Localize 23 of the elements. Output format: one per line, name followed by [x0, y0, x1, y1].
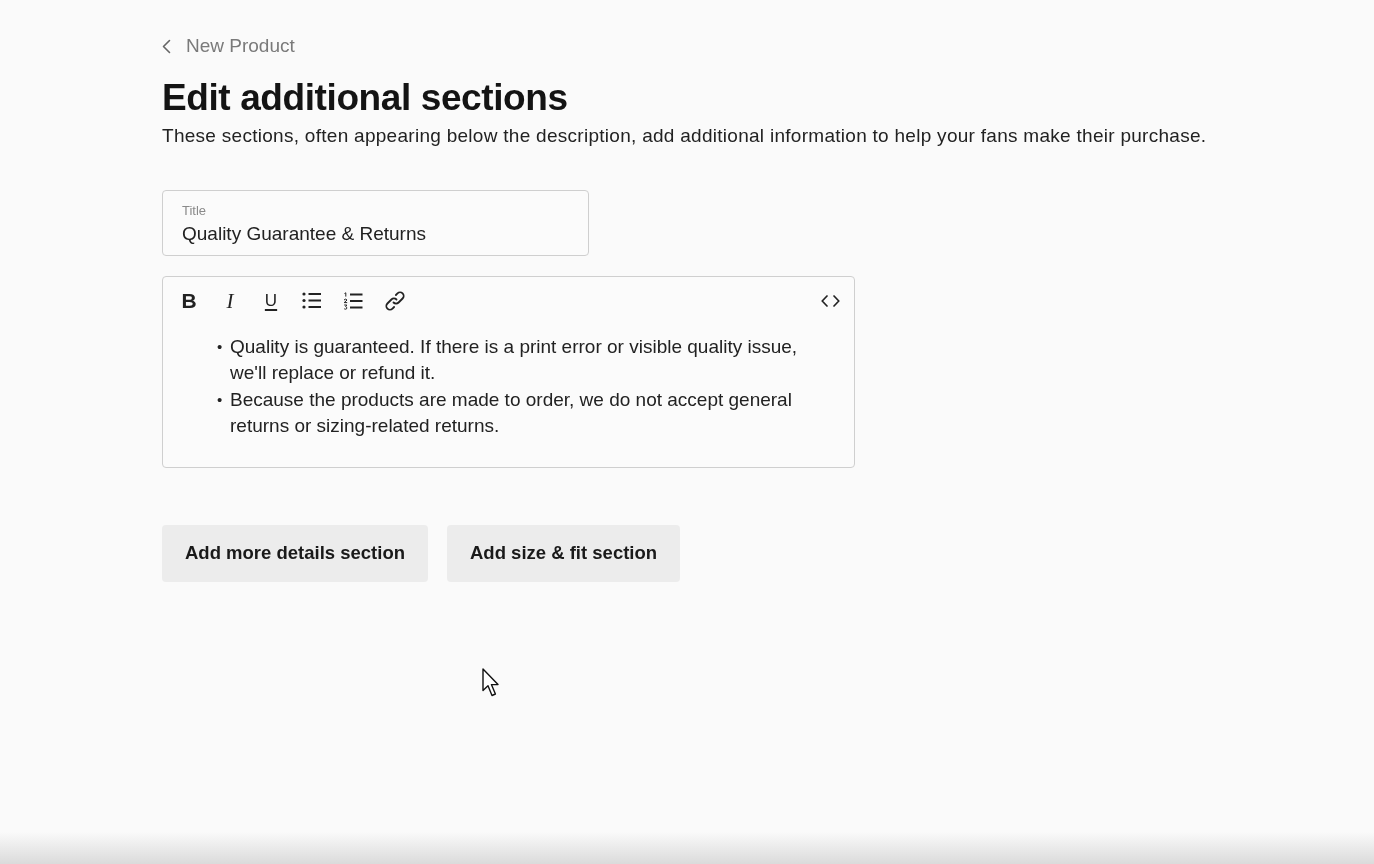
add-section-button[interactable]: Add size & fit section — [447, 524, 681, 582]
mouse-pointer-icon — [482, 668, 500, 697]
chevron-left-icon — [162, 38, 171, 54]
bold-button[interactable]: B — [179, 288, 199, 313]
back-link[interactable]: New Product — [162, 35, 295, 57]
page-heading: Edit additional sections — [162, 76, 569, 119]
code-icon[interactable] — [821, 294, 840, 307]
field-label: Title — [182, 202, 208, 219]
bullet-text: Because the products are made to order, we do not accept general returns or sizing-related returns. — [230, 387, 793, 438]
italic-button[interactable]: I — [220, 288, 240, 313]
link-icon[interactable] — [384, 289, 406, 312]
bullet-text: Quality is guaranteed. If there is a print error or visible quality issue, we'll replace or refund it. — [230, 334, 799, 385]
bullet-marker: • — [217, 389, 224, 410]
underline-button[interactable]: U — [261, 288, 281, 313]
bullet-marker: • — [217, 336, 224, 357]
numbered-list-icon[interactable] — [343, 291, 363, 310]
add-section-button[interactable]: Add more details section — [162, 524, 428, 582]
back-link-label[interactable]: New Product — [186, 35, 295, 57]
rich-text-editor[interactable] — [162, 275, 855, 468]
title-input[interactable]: Quality Guarantee & Returns — [182, 221, 570, 246]
bullet-list-icon[interactable] — [302, 292, 322, 309]
page-description: These sections, often appearing below the description, add additional information to help your fans make their purchase. — [162, 123, 1208, 148]
title-field[interactable]: Title Quality Guarantee & Returns — [162, 189, 589, 256]
